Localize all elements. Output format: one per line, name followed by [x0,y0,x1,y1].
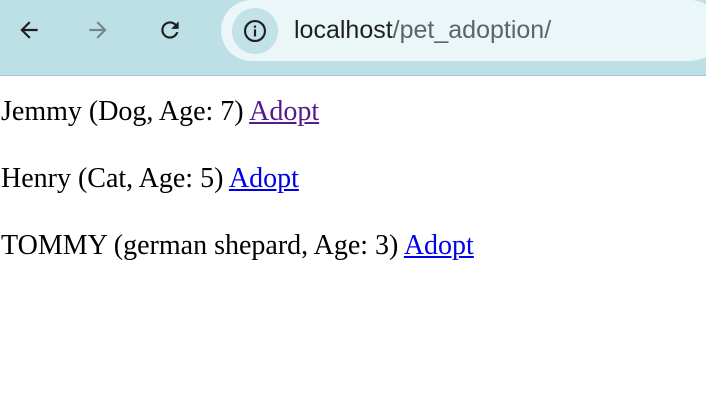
info-icon [243,19,267,43]
url-host: localhost [294,16,393,44]
pet-item: Henry (Cat, Age: 5) Adopt [1,163,299,195]
address-bar[interactable]: localhost/pet_adoption/ [221,0,706,61]
reload-icon [161,21,179,39]
pet-info: TOMMY (german shepard, Age: 3) [1,230,399,261]
adopt-link[interactable]: Adopt [404,230,474,261]
pet-item: Jemmy (Dog, Age: 7) Adopt [1,96,319,128]
browser-toolbar: localhost/pet_adoption/ [0,0,706,76]
arrow-right-icon [89,21,107,39]
back-button[interactable] [9,10,49,50]
pet-item: TOMMY (german shepard, Age: 3) Adopt [1,230,474,262]
forward-button[interactable] [78,10,118,50]
page-content: Jemmy (Dog, Age: 7) Adopt Henry (Cat, Ag… [0,76,706,400]
reload-button[interactable] [150,10,190,50]
pet-info: Jemmy (Dog, Age: 7) [1,96,244,127]
adopt-link[interactable]: Adopt [229,163,299,194]
pet-info: Henry (Cat, Age: 5) [1,163,224,194]
url-text[interactable]: localhost/pet_adoption/ [294,0,551,61]
url-path: /pet_adoption/ [392,16,552,44]
site-info-button[interactable] [232,8,278,54]
arrow-left-icon [20,21,38,39]
adopt-link[interactable]: Adopt [249,96,319,127]
